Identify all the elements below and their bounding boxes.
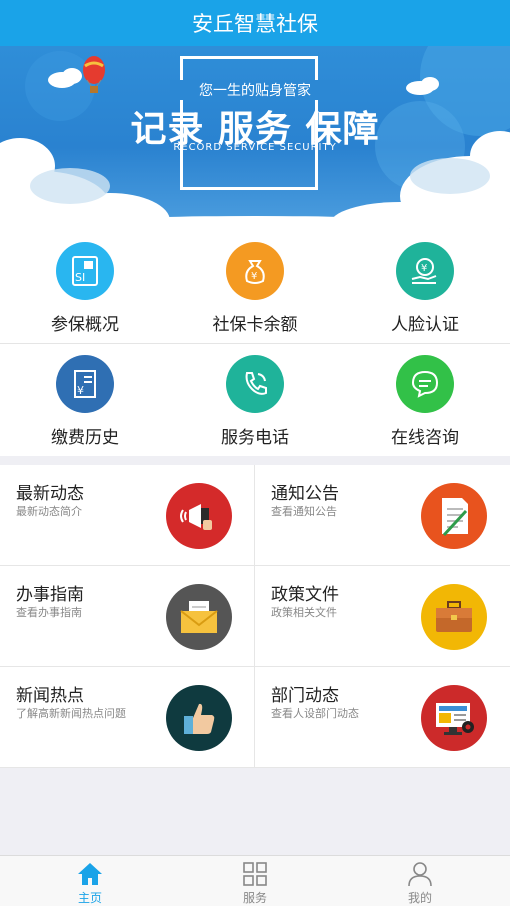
bottom-tab-bar: 主页 服务 我的 xyxy=(0,855,510,906)
briefcase-icon xyxy=(421,584,487,650)
card-service-guide[interactable]: 办事指南 查看办事指南 xyxy=(0,566,255,667)
grid-item-insurance-overview[interactable]: SI 参保概况 xyxy=(0,230,170,343)
phone-icon xyxy=(226,355,284,413)
id-card-icon: SI xyxy=(56,242,114,300)
tab-label: 我的 xyxy=(407,891,432,905)
card-hot-news[interactable]: 新闻热点 了解高新新闻热点问题 xyxy=(0,667,255,768)
envelope-icon xyxy=(166,584,232,650)
tab-label: 主页 xyxy=(77,891,102,905)
card-description: 了解高新新闻热点问题 xyxy=(16,707,126,720)
money-bag-icon: ¥ xyxy=(226,242,284,300)
card-description: 查看人设部门动态 xyxy=(271,707,359,720)
chat-icon xyxy=(396,355,454,413)
grid-item-service-phone[interactable]: 服务电话 xyxy=(170,343,340,456)
card-description: 查看通知公告 xyxy=(271,505,337,518)
document-icon xyxy=(421,483,487,549)
tab-services[interactable]: 服务 xyxy=(170,856,340,906)
card-notices[interactable]: 通知公告 查看通知公告 xyxy=(255,465,510,566)
grid-item-face-auth[interactable]: ¥ 人脸认证 xyxy=(340,230,510,343)
card-description: 最新动态简介 xyxy=(16,505,82,518)
card-description: 查看办事指南 xyxy=(16,606,82,619)
grid-label: 服务电话 xyxy=(221,428,289,448)
user-icon xyxy=(408,862,432,887)
grid-label: 参保概况 xyxy=(51,315,119,335)
card-title: 办事指南 xyxy=(16,585,84,605)
card-title: 部门动态 xyxy=(271,686,339,706)
function-grid: SI 参保概况 ¥ 社保卡余额 ¥ 人脸认证 ¥ 缴费历史 服务电话 在线咨询 xyxy=(0,230,510,456)
page-title: 安丘智慧社保 xyxy=(192,12,318,36)
banner-subtitle: 您一生的贴身管家 xyxy=(170,80,340,100)
card-title: 新闻热点 xyxy=(16,686,84,706)
grid-item-card-balance[interactable]: ¥ 社保卡余额 xyxy=(170,230,340,343)
card-policy-files[interactable]: 政策文件 政策相关文件 xyxy=(255,566,510,667)
grid-label: 缴费历史 xyxy=(51,428,119,448)
card-title: 最新动态 xyxy=(16,484,84,504)
home-icon xyxy=(78,863,102,885)
monitor-icon xyxy=(421,685,487,751)
svg-text:¥: ¥ xyxy=(77,384,84,397)
grid-item-online-consult[interactable]: 在线咨询 xyxy=(340,343,510,456)
card-title: 政策文件 xyxy=(271,585,339,605)
svg-text:¥: ¥ xyxy=(421,263,427,274)
card-description: 政策相关文件 xyxy=(271,606,337,619)
grid-item-payment-history[interactable]: ¥ 缴费历史 xyxy=(0,343,170,456)
card-title: 通知公告 xyxy=(271,484,339,504)
hand-coin-icon: ¥ xyxy=(396,242,454,300)
banner-english-caption: RECORD SERVICE SECURITY xyxy=(173,142,337,153)
grid-label: 在线咨询 xyxy=(391,428,459,448)
svg-text:¥: ¥ xyxy=(251,271,257,282)
svg-text:SI: SI xyxy=(75,271,85,284)
grid-label: 人脸认证 xyxy=(391,315,459,335)
tab-label: 服务 xyxy=(242,891,267,905)
tab-home[interactable]: 主页 xyxy=(5,856,175,906)
hero-banner[interactable]: 您一生的贴身管家 记录 服务 保障 RECORD SERVICE SECURIT… xyxy=(0,46,510,230)
receipt-icon: ¥ xyxy=(56,355,114,413)
megaphone-icon xyxy=(166,483,232,549)
app-header: 安丘智慧社保 xyxy=(0,0,510,46)
card-latest-news[interactable]: 最新动态 最新动态简介 xyxy=(0,465,255,566)
tab-profile[interactable]: 我的 xyxy=(335,856,505,906)
thumbs-up-icon xyxy=(166,685,232,751)
card-department-news[interactable]: 部门动态 查看人设部门动态 xyxy=(255,667,510,768)
grid-label: 社保卡余额 xyxy=(212,315,298,335)
grid-icon xyxy=(243,862,267,886)
info-cards: 最新动态 最新动态简介 通知公告 查看通知公告 办事指南 查看办事指南 政策文件… xyxy=(0,465,510,768)
